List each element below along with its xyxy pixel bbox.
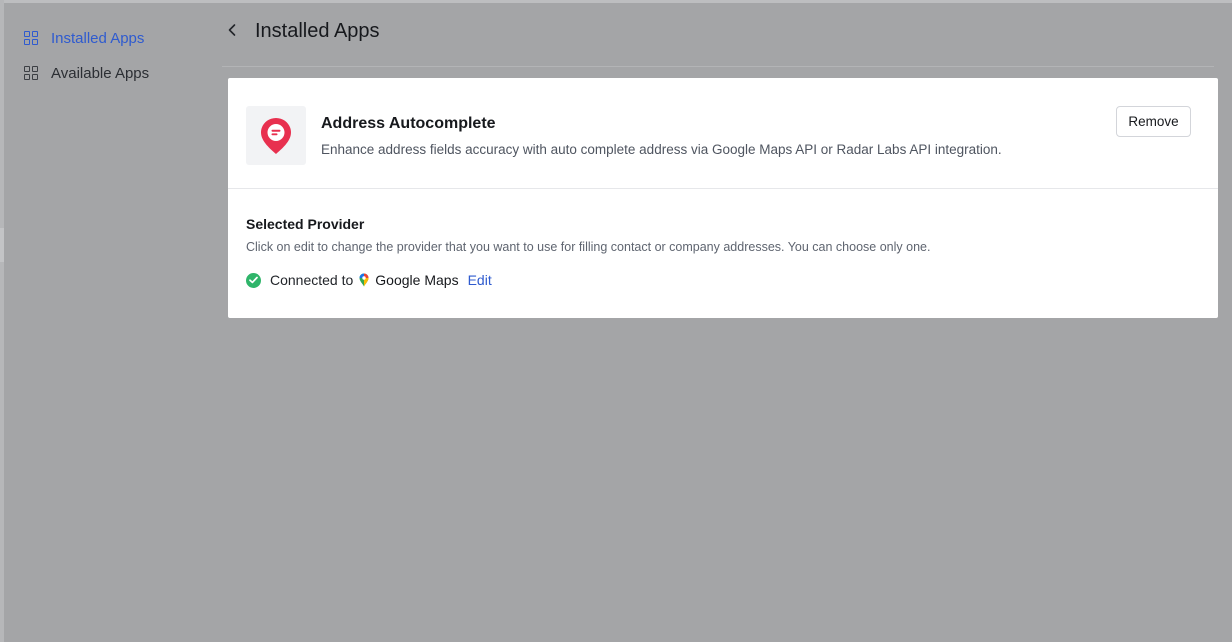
status-text: Connected to	[270, 272, 354, 288]
app-logo	[246, 106, 306, 165]
provider-name: Google Maps	[375, 272, 459, 288]
header-divider	[222, 66, 1214, 67]
sidebar-item-label: Installed Apps	[51, 29, 145, 47]
left-edge	[0, 0, 4, 642]
provider-status: Connected to Google Maps Edit	[246, 272, 492, 288]
app-card: Address Autocomplete Enhance address fie…	[228, 78, 1218, 318]
top-border	[0, 0, 1232, 3]
remove-button[interactable]: Remove	[1116, 106, 1191, 137]
sidebar-item-installed-apps[interactable]: Installed Apps	[24, 26, 204, 50]
app-description: Enhance address fields accuracy with aut…	[321, 142, 1002, 157]
sidebar: Installed Apps Available Apps	[24, 26, 204, 96]
check-circle-icon	[246, 272, 261, 288]
map-pin-icon	[261, 117, 291, 154]
provider-section: Selected Provider Click on edit to chang…	[228, 189, 1218, 318]
section-title: Selected Provider	[246, 216, 365, 232]
sidebar-item-label: Available Apps	[51, 64, 150, 82]
google-maps-pin-icon	[359, 273, 369, 287]
grid-icon	[24, 31, 38, 45]
left-edge-marker	[0, 228, 4, 262]
app-name: Address Autocomplete	[321, 115, 496, 132]
page-header: Installed Apps	[227, 20, 380, 43]
section-description: Click on edit to change the provider tha…	[246, 240, 931, 254]
app-card-header: Address Autocomplete Enhance address fie…	[228, 78, 1218, 189]
edit-provider-link[interactable]: Edit	[468, 272, 492, 288]
sidebar-item-available-apps[interactable]: Available Apps	[24, 61, 204, 85]
page-title: Installed Apps	[255, 20, 380, 42]
grid-icon	[24, 66, 38, 80]
chevron-left-icon[interactable]	[227, 21, 247, 42]
